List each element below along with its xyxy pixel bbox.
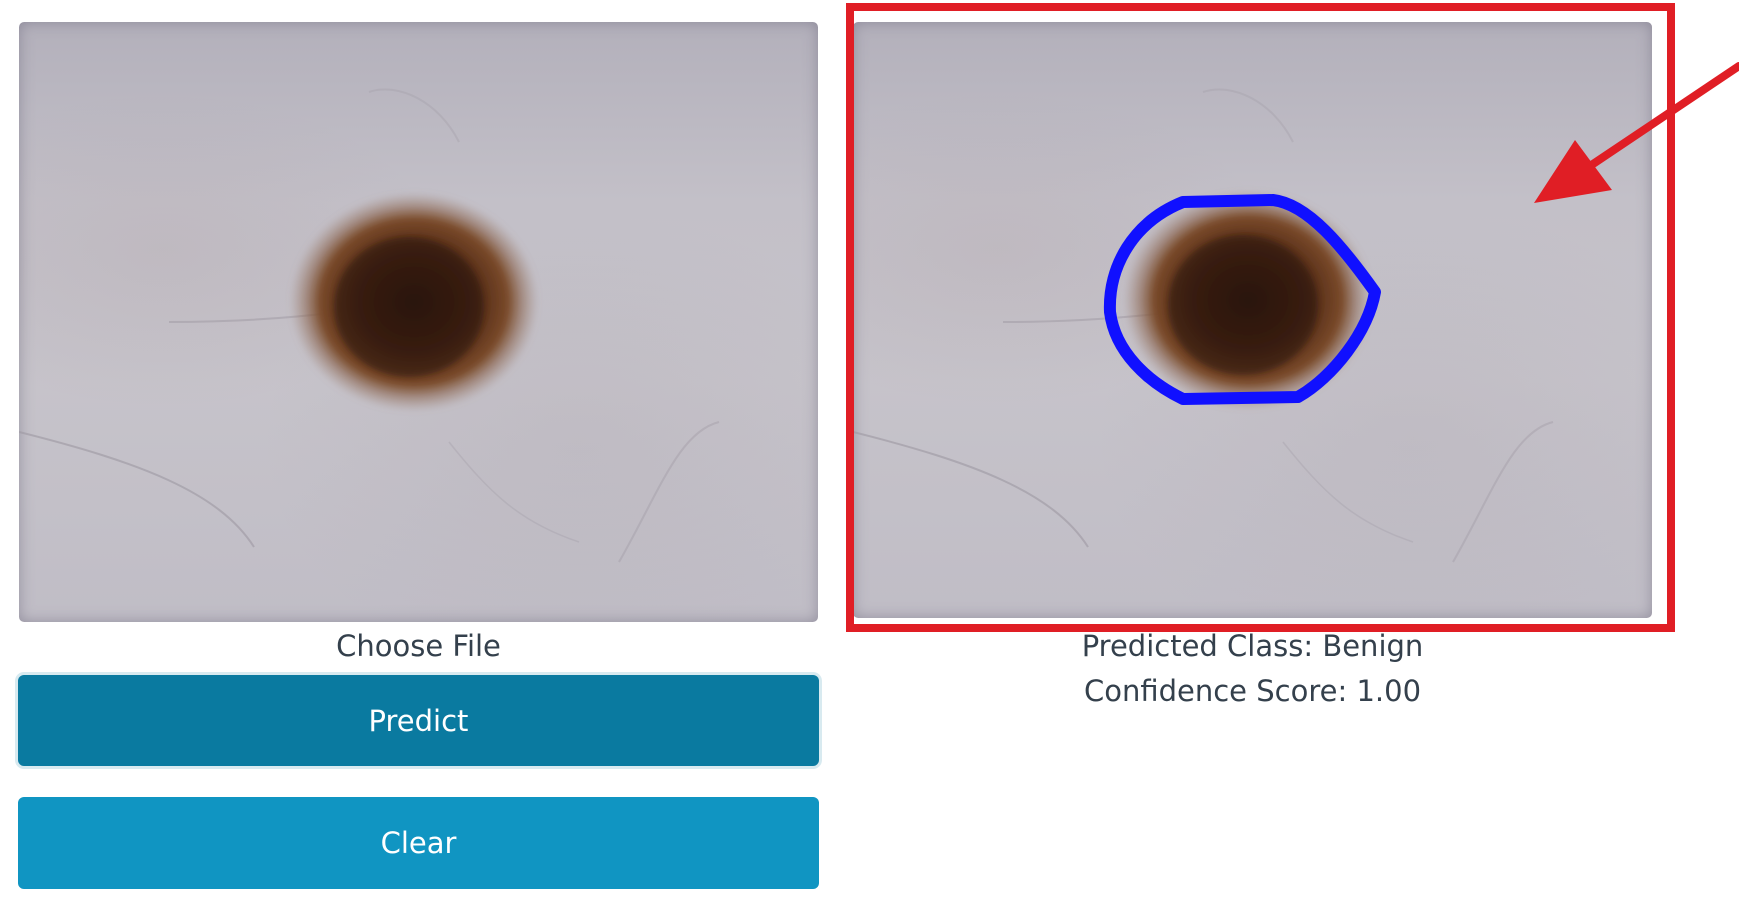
predict-button[interactable]: Predict — [18, 675, 819, 766]
clear-button[interactable]: Clear — [18, 797, 819, 889]
choose-file-label[interactable]: Choose File — [19, 626, 818, 666]
confidence-score-text: Confidence Score: 1.00 — [1083, 674, 1422, 708]
skin-lesion-classifier-page: Choose File Predicted Class: Benign Conf… — [0, 0, 1739, 912]
red-arrow-icon — [1534, 62, 1739, 203]
uploaded-lesion-image — [19, 22, 818, 622]
predicted-class-text: Predicted Class: Benign — [1081, 629, 1424, 663]
lesion-photo-graphic — [19, 88, 720, 563]
